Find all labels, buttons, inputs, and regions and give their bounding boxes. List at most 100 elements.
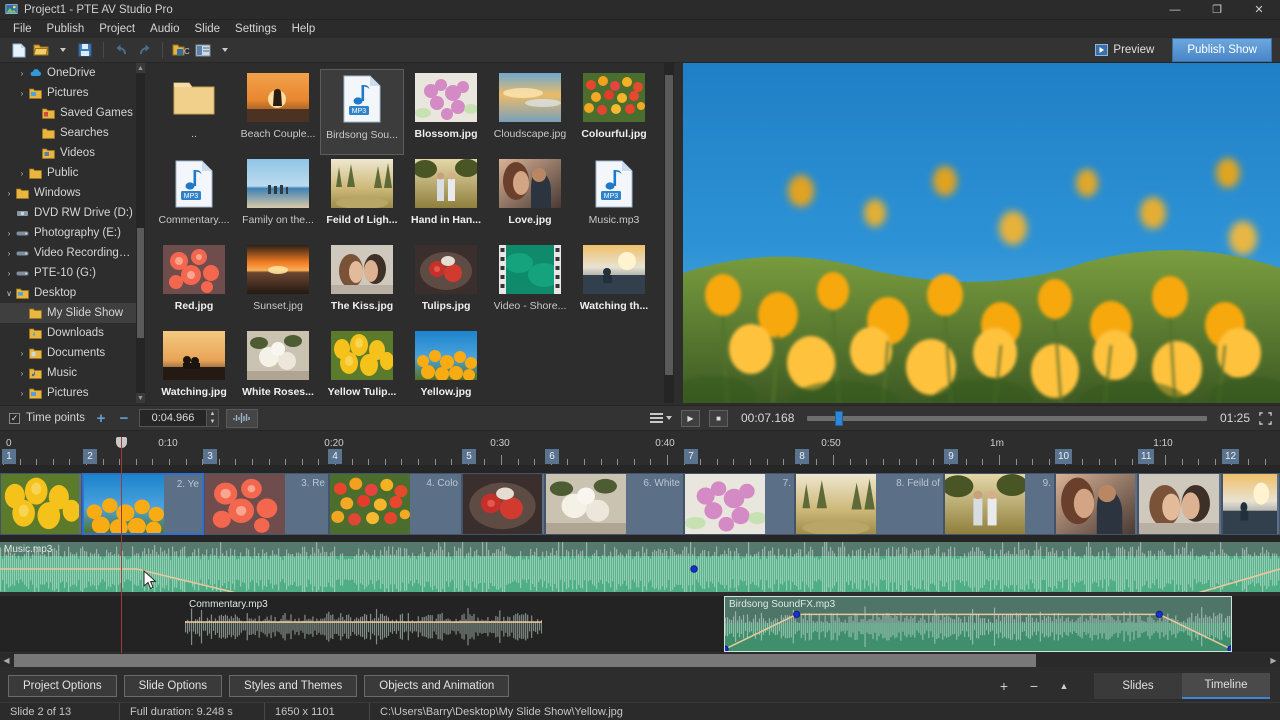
file-item[interactable]: Video - Shore... (488, 241, 572, 327)
file-item[interactable]: Yellow Tulip... (320, 327, 404, 413)
timeline-ruler[interactable]: 00:100:200:300:400:501m1:101234567891011… (0, 437, 1280, 465)
menu-item-settings[interactable]: Settings (228, 21, 284, 37)
timeline-menu-button[interactable] (650, 411, 672, 425)
tree-item-pictures[interactable]: ›Pictures (0, 83, 136, 103)
file-item[interactable]: Watching.jpg (152, 327, 236, 413)
menu-item-help[interactable]: Help (285, 21, 323, 37)
minimize-button[interactable]: — (1154, 0, 1196, 20)
file-item[interactable]: .. (152, 69, 236, 155)
preview-button[interactable]: Preview (1085, 41, 1164, 59)
tree-item-desktop[interactable]: ∨Desktop (0, 283, 136, 303)
tree-item-photography-e[interactable]: ›Photography (E:) (0, 223, 136, 243)
tree-item-searches[interactable]: Searches (0, 123, 136, 143)
file-item[interactable]: Feild of Ligh... (320, 155, 404, 241)
chevron-right-icon[interactable]: › (2, 249, 16, 258)
file-item[interactable]: Tulips.jpg (404, 241, 488, 327)
time-point-spinner[interactable]: ▲▼ (207, 409, 219, 427)
file-item[interactable]: Colourful.jpg (572, 69, 656, 155)
file-item[interactable]: Love.jpg (488, 155, 572, 241)
slide-marker[interactable]: 10 (1055, 449, 1072, 464)
timeline-slide-clip[interactable]: 7. (684, 473, 795, 535)
maximize-button[interactable]: ❐ (1196, 0, 1238, 20)
slide-marker[interactable]: 4 (328, 449, 342, 464)
file-item[interactable]: MP3Music.mp3 (572, 155, 656, 241)
hscroll-thumb[interactable] (14, 654, 1036, 667)
open-dropdown-icon[interactable] (52, 40, 74, 61)
slide-marker[interactable]: 7 (684, 449, 698, 464)
timeline-slide-clip[interactable] (1138, 473, 1222, 535)
view-mode-dropdown-icon[interactable] (214, 40, 236, 61)
slide-marker[interactable]: 1 (2, 449, 16, 464)
folder-tree-scrollbar[interactable]: ▲ ▼ (136, 63, 145, 403)
chevron-right-icon[interactable]: › (2, 269, 16, 278)
zoom-out-button[interactable]: − (1028, 678, 1040, 694)
timeline-slide-clip[interactable]: 3. Re (204, 473, 329, 535)
stop-button[interactable]: ■ (709, 410, 728, 427)
file-item[interactable]: Watching th... (572, 241, 656, 327)
audio-clip[interactable]: Commentary.mp3 (184, 596, 543, 652)
file-item[interactable]: MP3Commentary.... (152, 155, 236, 241)
save-project-icon[interactable] (74, 40, 96, 61)
file-item[interactable]: Sunset.jpg (236, 241, 320, 327)
tree-item-pictures[interactable]: ›Pictures (0, 383, 136, 403)
project-options-button[interactable]: Project Options (8, 675, 117, 697)
timeline-slide-clip[interactable] (1055, 473, 1138, 535)
file-item[interactable]: Cloudscape.jpg (488, 69, 572, 155)
slide-marker[interactable]: 9 (944, 449, 958, 464)
playback-seek-handle[interactable] (835, 411, 843, 426)
slide-marker[interactable]: 8 (795, 449, 809, 464)
timeline-slide-clip[interactable]: 9. (944, 473, 1055, 535)
hscroll-left-arrow[interactable]: ◀ (0, 654, 13, 667)
hscroll-track[interactable] (13, 654, 1267, 667)
menu-item-slide[interactable]: Slide (187, 21, 227, 37)
time-points-checkbox[interactable]: ✓ (9, 413, 20, 424)
tree-item-saved-games[interactable]: Saved Games (0, 103, 136, 123)
timeline-slide-clip[interactable]: 4. Colo (329, 473, 462, 535)
redo-icon[interactable] (133, 40, 155, 61)
timeline-slide-clip[interactable] (0, 473, 82, 535)
chevron-right-icon[interactable]: › (15, 89, 29, 98)
file-item[interactable]: Red.jpg (152, 241, 236, 327)
chevron-right-icon[interactable]: › (2, 229, 16, 238)
tree-item-music[interactable]: ›Music (0, 363, 136, 383)
audio-clip[interactable]: Birdsong SoundFX.mp3 (724, 596, 1232, 652)
timeline-horizontal-scrollbar[interactable]: ◀ ▶ (0, 653, 1280, 667)
menu-item-file[interactable]: File (6, 21, 39, 37)
tree-item-public[interactable]: ›Public (0, 163, 136, 183)
play-button[interactable]: ▶ (681, 410, 700, 427)
timeline-slide-clip[interactable]: 2. Ye (82, 473, 204, 535)
file-browser-scrollbar[interactable] (664, 63, 674, 403)
menu-item-audio[interactable]: Audio (143, 21, 186, 37)
add-files-icon[interactable]: C (170, 40, 192, 61)
chevron-right-icon[interactable]: › (15, 349, 29, 358)
slide-marker[interactable]: 6 (545, 449, 559, 464)
chevron-right-icon[interactable]: › (15, 389, 29, 398)
file-browser[interactable]: ..Beach Couple...MP3Birdsong Sou...Bloss… (146, 63, 664, 403)
tree-item-documents[interactable]: ›Documents (0, 343, 136, 363)
timeline-slide-clip[interactable]: 6. White (545, 473, 684, 535)
folder-tree[interactable]: ›OneDrive›PicturesSaved GamesSearchesVid… (0, 63, 136, 403)
slide-track[interactable]: 2. Ye3. Re4. Colo 6. White7.8. Feild of9. (0, 465, 1280, 542)
tree-item-videos[interactable]: Videos (0, 143, 136, 163)
waveform-icon[interactable] (226, 409, 258, 428)
file-item[interactable]: The Kiss.jpg (320, 241, 404, 327)
file-item[interactable]: MP3Birdsong Sou... (320, 69, 404, 155)
file-item[interactable]: Yellow.jpg (404, 327, 488, 413)
hscroll-right-arrow[interactable]: ▶ (1267, 654, 1280, 667)
objects-and-animation-button[interactable]: Objects and Animation (364, 675, 509, 697)
file-item[interactable]: Hand in Han... (404, 155, 488, 241)
tree-item-my-slide-show[interactable]: My Slide Show (0, 303, 136, 323)
playback-seek-bar[interactable] (807, 416, 1207, 421)
view-mode-icon[interactable] (192, 40, 214, 61)
chevron-right-icon[interactable]: › (15, 369, 29, 378)
tree-item-windows[interactable]: ›Windows (0, 183, 136, 203)
tree-item-pte-10-g[interactable]: ›PTE-10 (G:) (0, 263, 136, 283)
timeline-slide-clip[interactable]: 8. Feild of (795, 473, 944, 535)
timeline-slide-clip[interactable] (462, 473, 545, 535)
view-tab-slides[interactable]: Slides (1094, 673, 1182, 699)
slide-marker[interactable]: 5 (462, 449, 476, 464)
slide-marker[interactable]: 12 (1222, 449, 1239, 464)
tree-item-video-recordings-f[interactable]: ›Video Recordings (F:) (0, 243, 136, 263)
chevron-right-icon[interactable]: › (2, 189, 16, 198)
fullscreen-icon[interactable] (1259, 412, 1272, 425)
